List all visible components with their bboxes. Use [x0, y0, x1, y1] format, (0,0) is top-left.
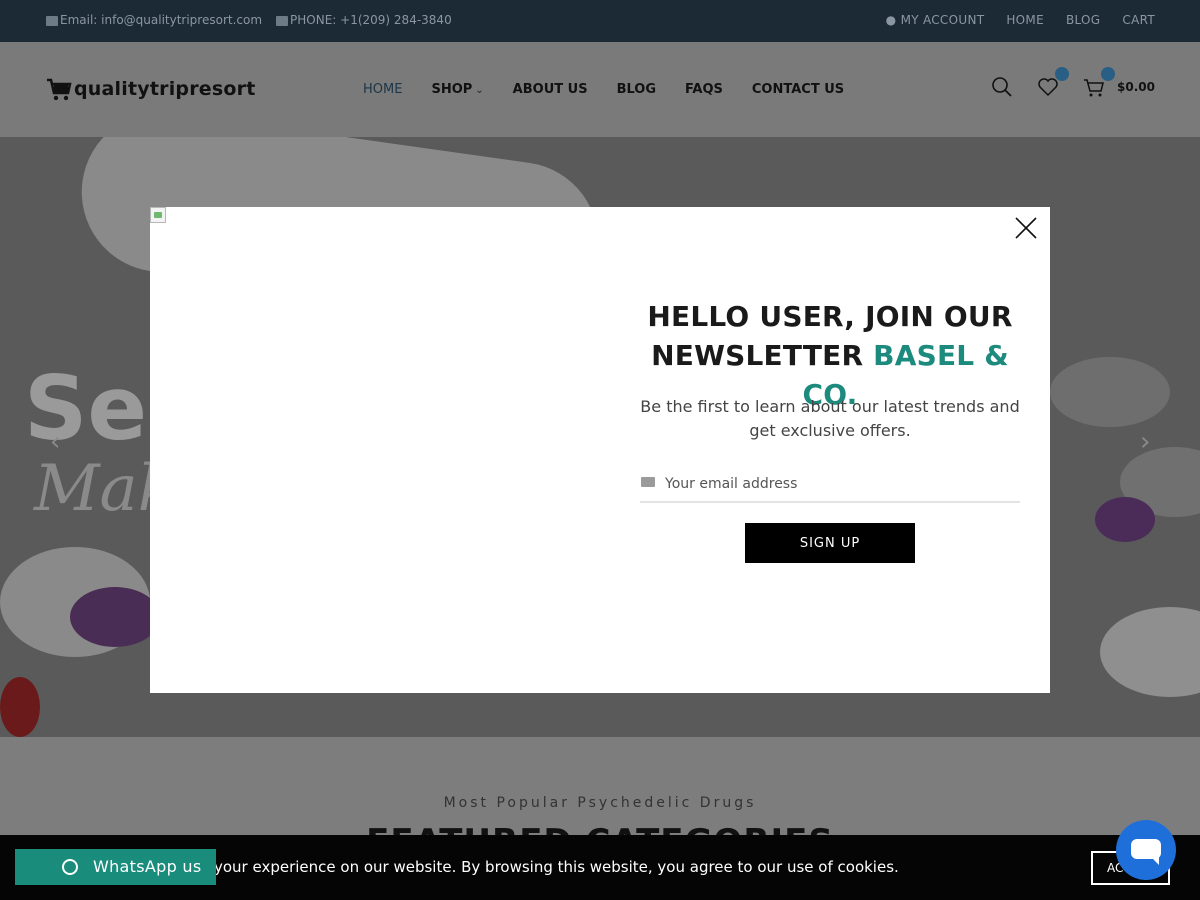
chevron-right-icon[interactable]: › — [1140, 427, 1150, 457]
phone-contact[interactable]: PHONE: +1(209) 284-3840 — [276, 13, 452, 27]
nav-home[interactable]: HOME — [363, 82, 402, 97]
email-text: Email: info@qualitytripresort.com — [60, 13, 263, 27]
hero-pill-decoration — [70, 587, 160, 647]
search-icon[interactable] — [991, 76, 1013, 98]
popup-title-line1: HELLO USER, JOIN OUR — [647, 300, 1013, 333]
nav-blog[interactable]: BLOG — [617, 82, 656, 97]
main-nav: HOME SHOP ABOUT US BLOG FAQS CONTACT US — [363, 82, 844, 97]
whatsapp-button[interactable]: WhatsApp us — [15, 849, 216, 885]
site-logo[interactable]: qualitytripresort — [46, 76, 255, 102]
sign-up-button[interactable]: SIGN UP — [745, 523, 915, 563]
email-field[interactable] — [665, 471, 1015, 497]
top-bar: Email: info@qualitytripresort.com PHONE:… — [0, 0, 1200, 42]
contact-info: Email: info@qualitytripresort.com PHONE:… — [46, 13, 452, 27]
heart-icon — [1038, 78, 1058, 97]
whatsapp-icon — [62, 859, 78, 875]
envelope-icon — [46, 15, 58, 26]
popup-title-line2: NEWSLETTER — [651, 339, 864, 372]
site-header: qualitytripresort HOME SHOP ABOUT US BLO… — [0, 42, 1200, 137]
popup-image — [150, 207, 166, 223]
whatsapp-label: WhatsApp us — [93, 857, 202, 876]
hero-heading: Se — [24, 357, 148, 460]
my-account-label: MY ACCOUNT — [900, 13, 985, 27]
envelope-icon — [641, 477, 655, 487]
nav-contact-us[interactable]: CONTACT US — [752, 82, 844, 97]
logo-text: qualitytripresort — [74, 78, 256, 100]
header-icons: 0 0 $0.00 — [991, 67, 1155, 98]
live-chat-button[interactable] — [1116, 820, 1176, 880]
cart-logo-icon — [47, 78, 72, 101]
cart-total[interactable]: $0.00 — [1117, 80, 1155, 94]
chat-bubble-tail — [1150, 856, 1159, 865]
wishlist-count-badge: 0 — [1055, 67, 1070, 81]
cart-icon — [1084, 79, 1104, 97]
hero-pill-decoration — [1095, 497, 1155, 542]
top-blog-link[interactable]: BLOG — [1066, 13, 1100, 27]
email-contact[interactable]: Email: info@qualitytripresort.com — [46, 13, 262, 27]
wishlist-button[interactable]: 0 — [1037, 67, 1070, 98]
chevron-left-icon[interactable]: ‹ — [50, 427, 60, 457]
email-field-wrapper — [640, 470, 1020, 503]
hero-pill-decoration — [1100, 607, 1200, 697]
hero-pill-decoration — [0, 677, 40, 737]
close-icon[interactable] — [1014, 216, 1038, 240]
nav-shop[interactable]: SHOP — [431, 82, 483, 97]
section-kicker: Most Popular Psychedelic Drugs — [443, 795, 757, 811]
my-account-link[interactable]: ● MY ACCOUNT — [886, 13, 985, 27]
newsletter-popup: HELLO USER, JOIN OUR NEWSLETTER BASEL & … — [150, 207, 1050, 693]
cart-count-badge: 0 — [1101, 67, 1116, 81]
phone-text: PHONE: +1(209) 284-3840 — [290, 13, 452, 27]
phone-icon — [276, 15, 289, 26]
cookie-message: your experience on our website. By brows… — [214, 858, 899, 876]
top-links: ● MY ACCOUNT HOME BLOG CART — [886, 13, 1155, 27]
hero-pill-decoration — [1050, 357, 1170, 427]
top-home-link[interactable]: HOME — [1006, 13, 1044, 27]
user-icon: ● — [885, 13, 897, 27]
cart-button[interactable]: 0 — [1083, 67, 1116, 98]
nav-about-us[interactable]: ABOUT US — [513, 82, 588, 97]
popup-subtitle: Be the first to learn about our latest t… — [640, 397, 1020, 440]
top-cart-link[interactable]: CART — [1122, 13, 1155, 27]
nav-faqs[interactable]: FAQS — [685, 82, 723, 97]
